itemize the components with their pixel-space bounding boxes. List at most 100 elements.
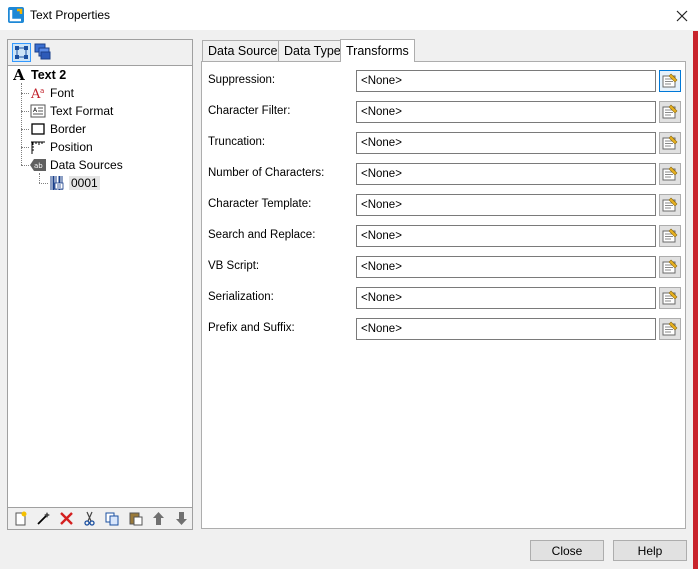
layers-icon — [34, 43, 51, 60]
tree-view-button[interactable] — [12, 43, 31, 62]
edit-properties-icon — [662, 166, 678, 181]
tree-item-border[interactable]: Border — [30, 120, 86, 138]
text-object-icon: A — [13, 66, 25, 84]
tab-data-type[interactable]: Data Type — [278, 40, 347, 61]
close-icon — [676, 10, 688, 21]
wizard-button[interactable] — [35, 510, 52, 527]
tree-toolbar — [7, 39, 193, 65]
arrow-down-icon — [176, 512, 187, 525]
character-template-field[interactable]: <None> — [356, 194, 656, 216]
truncation-field[interactable]: <None> — [356, 132, 656, 154]
character-filter-label: Character Filter: — [208, 105, 291, 117]
new-button[interactable] — [12, 510, 29, 527]
edit-properties-icon — [662, 73, 678, 88]
tree-item-source-0001[interactable]: 0001 — [49, 174, 100, 192]
title-bar: Text Properties — [0, 0, 698, 31]
edit-properties-icon — [662, 228, 678, 243]
search-and-replace-field[interactable]: <None> — [356, 225, 656, 247]
delete-button[interactable] — [58, 510, 75, 527]
tree-item-label: Font — [50, 86, 75, 100]
tree-connector — [21, 165, 29, 166]
tree-item-label: 0001 — [69, 176, 100, 190]
search-and-replace-label: Search and Replace: — [208, 229, 316, 241]
svg-text:a: a — [40, 87, 44, 95]
truncation-edit-button[interactable] — [659, 132, 681, 154]
paste-icon — [129, 512, 143, 526]
prefix-and-suffix-field[interactable]: <None> — [356, 318, 656, 340]
number-of-characters-field[interactable]: <None> — [356, 163, 656, 185]
edit-properties-icon — [662, 104, 678, 119]
tree-connector — [39, 183, 48, 184]
close-button[interactable]: Close — [530, 540, 604, 561]
app-logo-icon — [8, 7, 24, 23]
number-of-characters-edit-button[interactable] — [659, 163, 681, 185]
character-filter-field[interactable]: <None> — [356, 101, 656, 123]
delete-x-icon — [60, 512, 73, 525]
tree-connector — [21, 111, 29, 112]
serialization-edit-button[interactable] — [659, 287, 681, 309]
text-format-icon: A — [30, 103, 46, 119]
copy-icon — [105, 512, 119, 526]
svg-text:ab: ab — [34, 162, 43, 170]
suppression-label: Suppression: — [208, 74, 276, 86]
vb-script-edit-button[interactable] — [659, 256, 681, 278]
tree-item-label: Border — [50, 122, 87, 136]
tree-item-position[interactable]: Position — [30, 138, 93, 156]
character-filter-edit-button[interactable] — [659, 101, 681, 123]
suppression-field[interactable]: <None> — [356, 70, 656, 92]
move-up-button[interactable] — [150, 510, 167, 527]
barcode-source-icon — [49, 175, 65, 191]
tab-data-source[interactable]: Data Source — [202, 40, 284, 61]
prefix-and-suffix-edit-button[interactable] — [659, 318, 681, 340]
tree-view-icon — [15, 46, 28, 59]
tree-item-label: Text 2 — [31, 68, 67, 82]
tab-transforms[interactable]: Transforms — [340, 39, 415, 62]
character-template-edit-button[interactable] — [659, 194, 681, 216]
tree-item-data-sources[interactable]: ab Data Sources — [30, 156, 123, 174]
edit-properties-icon — [662, 135, 678, 150]
copy-button[interactable] — [104, 510, 121, 527]
number-of-characters-label: Number of Characters: — [208, 167, 325, 179]
edit-properties-icon — [662, 259, 678, 274]
data-sources-icon: ab — [30, 157, 46, 173]
background-window-edge — [693, 31, 698, 569]
truncation-label: Truncation: — [208, 136, 266, 148]
tree-item-font[interactable]: Aa Font — [30, 84, 74, 102]
magic-wand-icon — [37, 512, 50, 525]
border-icon — [30, 121, 46, 137]
edit-properties-icon — [662, 321, 678, 336]
tree-item-text-format[interactable]: A Text Format — [30, 102, 113, 120]
tree-edit-toolbar — [7, 508, 193, 530]
suppression-edit-button[interactable] — [659, 70, 681, 92]
vb-script-label: VB Script: — [208, 260, 260, 272]
tree-item-root[interactable]: A Text 2 — [11, 66, 66, 84]
search-and-replace-edit-button[interactable] — [659, 225, 681, 247]
serialization-field[interactable]: <None> — [356, 287, 656, 309]
vb-script-field[interactable]: <None> — [356, 256, 656, 278]
window-title: Text Properties — [30, 8, 111, 22]
tree-connector — [21, 147, 29, 148]
move-down-button[interactable] — [173, 510, 190, 527]
tab-label: Transforms — [346, 44, 409, 58]
tab-label: Data Source — [208, 44, 278, 58]
scissors-icon — [84, 511, 95, 526]
cut-button[interactable] — [81, 510, 98, 527]
tree-item-label: Position — [50, 140, 93, 154]
tree-item-label: Text Format — [50, 104, 114, 118]
edit-properties-icon — [662, 197, 678, 212]
help-button[interactable]: Help — [613, 540, 687, 561]
tree-connector — [21, 83, 22, 165]
prefix-and-suffix-label: Prefix and Suffix: — [208, 322, 295, 334]
position-icon — [30, 139, 46, 155]
tree-connector — [39, 173, 40, 183]
tree-connector — [21, 129, 29, 130]
font-icon: Aa — [30, 85, 46, 101]
arrow-up-icon — [153, 512, 164, 525]
layers-view-button[interactable] — [34, 43, 53, 62]
character-template-label: Character Template: — [208, 198, 312, 210]
paste-button[interactable] — [127, 510, 144, 527]
window-close-button[interactable] — [666, 1, 698, 30]
tree-item-label: Data Sources — [50, 158, 123, 172]
tree-connector — [21, 93, 29, 94]
tab-label: Data Type — [284, 44, 341, 58]
